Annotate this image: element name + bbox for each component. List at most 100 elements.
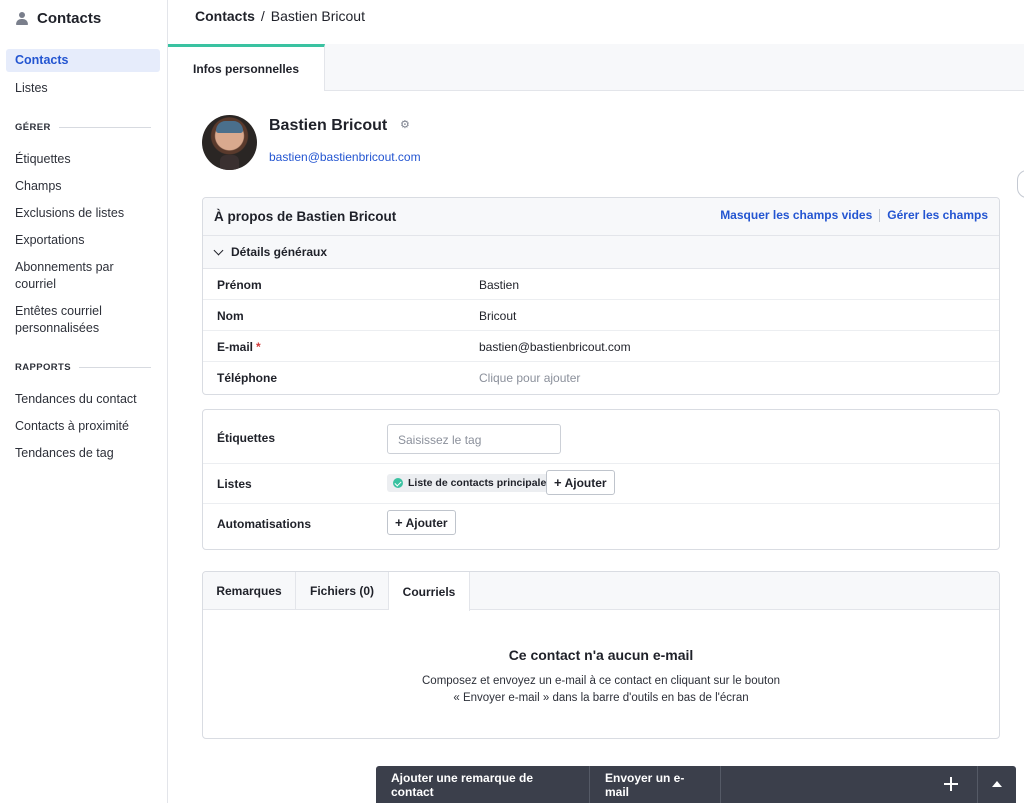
tab-notes[interactable]: Remarques <box>203 572 296 610</box>
sidebar-item-tags[interactable]: Étiquettes <box>6 151 160 168</box>
sidebar-item-tag-trends[interactable]: Tendances de tag <box>6 445 160 462</box>
side-panel-toggle[interactable] <box>1017 170 1024 198</box>
section-reports-label: RAPPORTS <box>15 362 71 373</box>
person-icon <box>16 11 28 26</box>
tab-label: Infos personnelles <box>192 62 300 76</box>
field-row-last-name: Nom Bricout <box>203 300 999 331</box>
sidebar-item-label: Abonnements par courriel <box>15 260 114 291</box>
sidebar: Contacts Contacts Listes GÉRER Étiquette… <box>0 0 168 803</box>
sidebar-item-contacts[interactable]: Contacts <box>6 49 160 72</box>
activity-card: Remarques Fichiers (0) Courriels Ce cont… <box>202 571 1000 739</box>
about-title: À propos de Bastien Bricout <box>214 209 397 224</box>
check-circle-icon <box>393 478 403 488</box>
tab-files[interactable]: Fichiers (0) <box>296 572 389 610</box>
gear-icon[interactable]: ⚙ <box>400 120 410 131</box>
about-card: À propos de Bastien Bricout Masquer les … <box>202 197 1000 395</box>
field-row-phone: Téléphone Clique pour ajouter <box>203 362 999 393</box>
app-title: Contacts <box>16 10 101 27</box>
lists-row: Listes Liste de contacts principale + Ajo… <box>203 464 999 504</box>
section-manage: GÉRER <box>15 122 151 133</box>
sidebar-item-label: Contacts <box>15 53 69 67</box>
first-name-value[interactable]: Bastien <box>479 278 519 292</box>
last-name-value[interactable]: Bricout <box>479 309 516 323</box>
email-value[interactable]: bastien@bastienbricout.com <box>479 340 631 354</box>
field-row-email: E-mail * bastien@bastienbricout.com <box>203 331 999 362</box>
divider <box>78 367 151 368</box>
tag-input[interactable]: Saisissez le tag <box>387 424 561 454</box>
sidebar-item-label: Exportations <box>15 233 85 247</box>
empty-state-title: Ce contact n'a aucun e-mail <box>508 647 694 663</box>
caret-up-icon[interactable] <box>992 781 1002 787</box>
automations-row: Automatisations + Ajouter <box>203 504 999 550</box>
move-icon[interactable] <box>944 777 958 791</box>
sidebar-item-label: Tendances de tag <box>15 446 114 460</box>
sidebar-item-label: Exclusions de listes <box>15 206 125 220</box>
sidebar-item-label: Tendances du contact <box>15 392 137 406</box>
list-chip-label: Liste de contacts principale <box>408 477 547 489</box>
add-note-button[interactable]: Ajouter une remarque de contact <box>376 766 590 803</box>
section-label: Détails généraux <box>231 245 328 259</box>
divider <box>977 766 978 803</box>
send-email-button[interactable]: Envoyer un e-mail <box>590 766 721 803</box>
phone-value[interactable]: Clique pour ajouter <box>479 371 580 385</box>
field-label: Nom <box>217 309 244 323</box>
lists-label: Listes <box>217 477 252 491</box>
sidebar-item-email-subscriptions[interactable]: Abonnements par courriel <box>6 259 160 293</box>
breadcrumb-current: Bastien Bricout <box>270 8 365 24</box>
avatar <box>202 115 257 170</box>
button-label: Ajouter <box>564 475 607 490</box>
sidebar-item-contact-trends[interactable]: Tendances du contact <box>6 391 160 408</box>
field-label: Prénom <box>217 278 262 292</box>
plus-icon: + <box>395 515 403 530</box>
sidebar-item-lists[interactable]: Listes <box>6 80 160 97</box>
sidebar-item-fields[interactable]: Champs <box>6 178 160 195</box>
section-reports: RAPPORTS <box>15 362 151 373</box>
sidebar-item-list-exclusions[interactable]: Exclusions de listes <box>6 205 160 222</box>
sidebar-item-label: Entêtes courriel personnalisées <box>15 304 102 335</box>
contact-name: Bastien Bricout <box>269 117 388 134</box>
general-details-toggle[interactable]: Détails généraux <box>203 236 999 269</box>
section-manage-label: GÉRER <box>15 122 51 133</box>
tab-emails[interactable]: Courriels <box>389 572 470 611</box>
button-label: Envoyer un e-mail <box>605 770 685 799</box>
action-bar: Ajouter une remarque de contact Envoyer … <box>376 766 1016 803</box>
divider <box>58 127 151 128</box>
empty-state-text: Composez et envoyez un e-mail à ce conta… <box>203 673 999 707</box>
sidebar-item-label: Champs <box>15 179 62 193</box>
field-label-text: E-mail <box>217 340 254 354</box>
app-title-label: Contacts <box>37 10 102 27</box>
add-list-button[interactable]: + Ajouter <box>546 470 615 495</box>
sidebar-item-nearby-contacts[interactable]: Contacts à proximité <box>6 418 160 435</box>
tab-personal-info[interactable]: Infos personnelles <box>168 44 325 91</box>
contact-email-link[interactable]: bastien@bastienbricout.com <box>269 150 421 164</box>
manage-fields-link[interactable]: Gérer les champs <box>887 208 988 222</box>
automations-label: Automatisations <box>217 517 312 531</box>
sidebar-item-label: Contacts à proximité <box>15 419 129 433</box>
add-automation-button[interactable]: + Ajouter <box>387 510 456 535</box>
link-separator <box>879 208 881 222</box>
sidebar-item-label: Listes <box>15 81 48 95</box>
tab-label: Remarques <box>216 584 282 598</box>
hide-empty-fields-link[interactable]: Masquer les champs vides <box>720 208 872 222</box>
sidebar-item-exports[interactable]: Exportations <box>6 232 160 249</box>
breadcrumb: Contacts / Bastien Bricout <box>195 8 365 24</box>
chevron-down-icon <box>213 245 224 256</box>
sidebar-item-label: Étiquettes <box>15 152 71 166</box>
field-label: Téléphone <box>217 371 278 385</box>
about-links: Masquer les champs vides Gérer les champ… <box>720 208 988 222</box>
about-header: À propos de Bastien Bricout Masquer les … <box>203 198 999 236</box>
button-label: Ajouter une remarque de contact <box>391 770 534 799</box>
button-label: Ajouter <box>405 515 448 530</box>
sidebar-item-custom-headers[interactable]: Entêtes courriel personnalisées <box>6 303 160 337</box>
list-chip[interactable]: Liste de contacts principale <box>387 474 554 492</box>
tags-row: Étiquettes Saisissez le tag <box>203 410 999 464</box>
field-label: E-mail * <box>217 340 261 354</box>
breadcrumb-root[interactable]: Contacts <box>195 8 255 24</box>
empty-state-line: Composez et envoyez un e-mail à ce conta… <box>422 675 780 687</box>
breadcrumb-separator: / <box>260 8 265 24</box>
field-row-first-name: Prénom Bastien <box>203 269 999 300</box>
empty-state-line: « Envoyer e-mail » dans la barre d'outil… <box>453 692 749 704</box>
tab-label: Fichiers (0) <box>309 584 375 598</box>
required-marker: * <box>256 340 261 354</box>
tags-card: Étiquettes Saisissez le tag Listes Liste… <box>202 409 1000 550</box>
